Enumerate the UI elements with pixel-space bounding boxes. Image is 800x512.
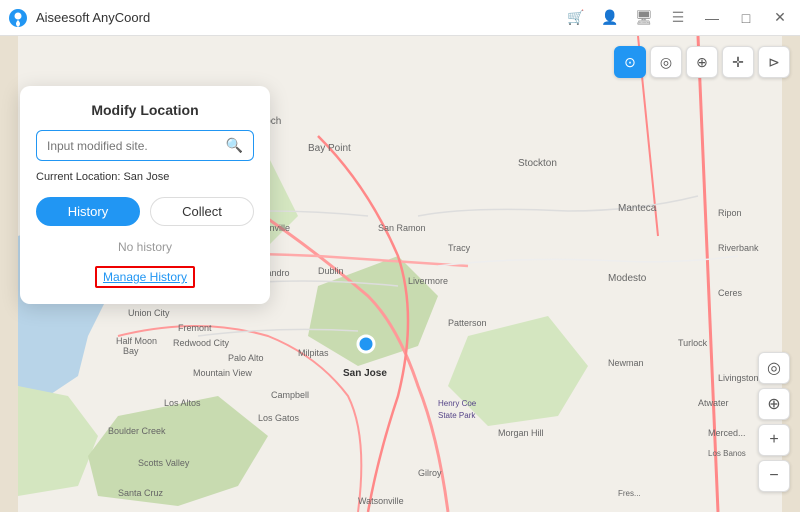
svg-text:San Ramon: San Ramon (378, 223, 426, 233)
svg-text:Stockton: Stockton (518, 158, 557, 169)
gps-control-button[interactable]: ⊕ (758, 388, 790, 420)
modify-location-panel: Modify Location 🔍 Current Location: San … (20, 86, 270, 304)
svg-text:Half Moon: Half Moon (116, 336, 157, 346)
svg-text:Livermore: Livermore (408, 276, 448, 286)
search-input-wrapper[interactable]: 🔍 (36, 130, 254, 161)
svg-text:Modesto: Modesto (608, 273, 647, 284)
location-tool-button[interactable]: ⊙ (614, 46, 646, 78)
no-history-text: No history (36, 240, 254, 254)
svg-text:Milpitas: Milpitas (298, 348, 329, 358)
app-icon (0, 0, 36, 36)
search-input[interactable] (47, 139, 226, 153)
search-icon: 🔍 (226, 137, 243, 154)
svg-text:Ceres: Ceres (718, 288, 743, 298)
svg-text:Mountain View: Mountain View (193, 368, 252, 378)
menu-button[interactable]: ☰ (662, 2, 694, 34)
target-control-button[interactable]: ◎ (758, 352, 790, 384)
svg-text:Gilroy: Gilroy (418, 468, 442, 478)
map-controls: ◎ ⊕ + − (758, 352, 790, 492)
route-tool-button[interactable]: ◎ (650, 46, 682, 78)
svg-text:Merced...: Merced... (708, 428, 746, 438)
svg-text:Los Altos: Los Altos (164, 398, 201, 408)
zoom-out-button[interactable]: − (758, 460, 790, 492)
cart-button[interactable]: 🛒 (560, 2, 592, 34)
svg-text:Los Banos: Los Banos (708, 449, 746, 458)
svg-text:Campbell: Campbell (271, 390, 309, 400)
svg-text:Santa Cruz: Santa Cruz (118, 488, 164, 498)
panel-title: Modify Location (36, 102, 254, 118)
svg-text:Scotts Valley: Scotts Valley (138, 458, 190, 468)
svg-text:Boulder Creek: Boulder Creek (108, 426, 166, 436)
svg-text:Livingston: Livingston (718, 373, 759, 383)
monitor-button[interactable]: 🖥 (628, 2, 660, 34)
titlebar: Aiseesoft AnyCoord 🛒 👤 🖥 ☰ — □ ✕ (0, 0, 800, 36)
svg-text:Redwood City: Redwood City (173, 338, 230, 348)
svg-text:Bay Point: Bay Point (308, 143, 351, 154)
svg-text:Los Gatos: Los Gatos (258, 413, 300, 423)
svg-text:Riverbank: Riverbank (718, 243, 759, 253)
close-button[interactable]: ✕ (764, 2, 796, 34)
maximize-button[interactable]: □ (730, 2, 762, 34)
manage-history-link[interactable]: Manage History (95, 266, 195, 288)
current-location: Current Location: San Jose (36, 171, 254, 183)
export-tool-button[interactable]: ⊳ (758, 46, 790, 78)
svg-text:Atwater: Atwater (698, 398, 729, 408)
minimize-button[interactable]: — (696, 2, 728, 34)
svg-text:Dublin: Dublin (318, 266, 344, 276)
svg-text:Morgan Hill: Morgan Hill (498, 428, 544, 438)
collect-tab[interactable]: Collect (150, 197, 254, 226)
map-toolbar: ⊙ ◎ ⊕ ✛ ⊳ (614, 46, 790, 78)
svg-text:Palo Alto: Palo Alto (228, 353, 264, 363)
crosshair-tool-button[interactable]: ✛ (722, 46, 754, 78)
svg-text:Ripon: Ripon (718, 208, 742, 218)
svg-text:Henry Coe: Henry Coe (438, 399, 477, 408)
history-tab[interactable]: History (36, 197, 140, 226)
user-button[interactable]: 👤 (594, 2, 626, 34)
svg-text:Newman: Newman (608, 358, 644, 368)
svg-text:State Park: State Park (438, 411, 476, 420)
manage-history-wrapper: Manage History (36, 266, 254, 288)
map-container: Antioch Concord Bay Point Stockton Mante… (0, 36, 800, 512)
svg-text:Patterson: Patterson (448, 318, 487, 328)
svg-text:Manteca: Manteca (618, 203, 657, 214)
svg-text:Fres...: Fres... (618, 489, 641, 498)
zoom-in-button[interactable]: + (758, 424, 790, 456)
svg-text:Fremont: Fremont (178, 323, 212, 333)
title-actions: 🛒 👤 🖥 ☰ — □ ✕ (560, 2, 796, 34)
svg-text:Tracy: Tracy (448, 243, 471, 253)
svg-text:Bay: Bay (123, 346, 139, 356)
svg-text:Union City: Union City (128, 308, 170, 318)
tab-row: History Collect (36, 197, 254, 226)
svg-text:Turlock: Turlock (678, 338, 708, 348)
waypoint-tool-button[interactable]: ⊕ (686, 46, 718, 78)
svg-text:Watsonville: Watsonville (358, 496, 404, 506)
app-title: Aiseesoft AnyCoord (36, 10, 560, 25)
svg-text:San Jose: San Jose (343, 368, 387, 379)
